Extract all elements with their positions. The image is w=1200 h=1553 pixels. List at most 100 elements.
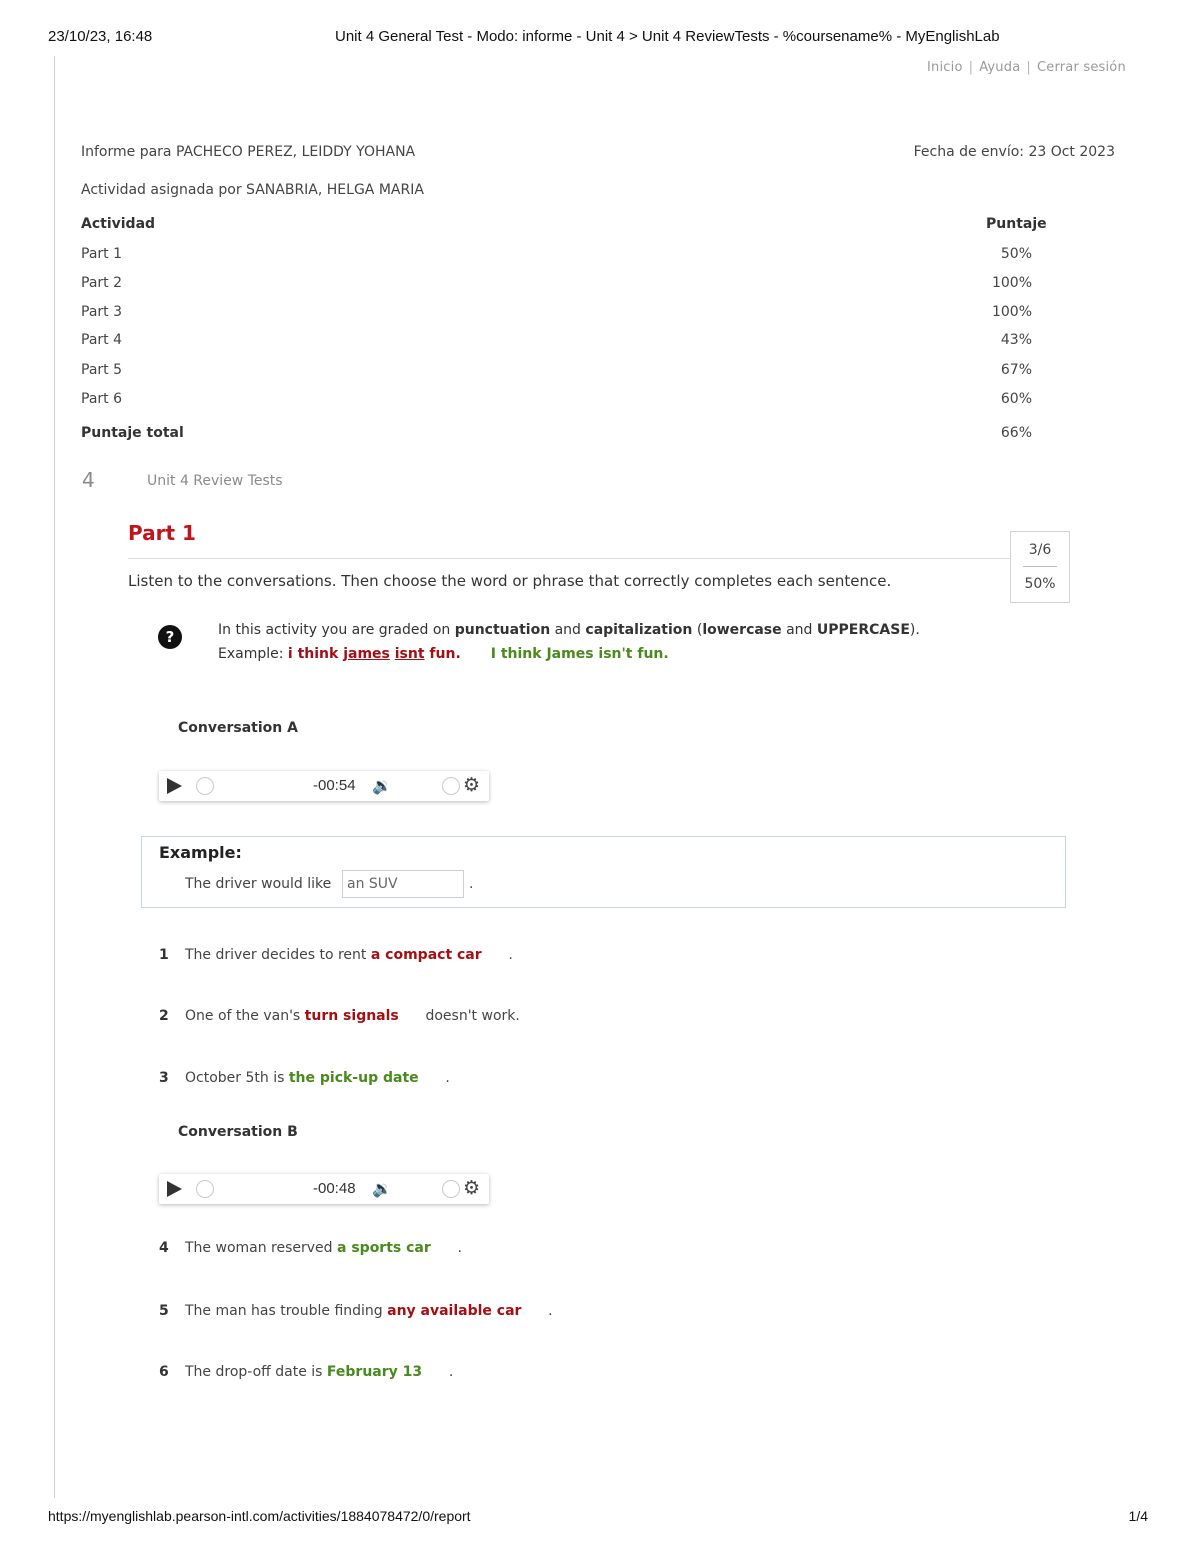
note-wrong-word: isnt <box>394 646 425 662</box>
answer-incorrect: turn signals <box>304 1008 399 1024</box>
conversation-b-label: Conversation B <box>178 1124 298 1140</box>
question-number: 6 <box>159 1364 169 1380</box>
table-row-score: 100% <box>991 304 1032 320</box>
top-link-inicio[interactable]: Inicio <box>927 60 963 75</box>
question-text: The drop-off date is <box>185 1364 327 1380</box>
print-footer-page: 1/4 <box>1128 1508 1148 1524</box>
top-link-separator: | <box>1026 60 1031 75</box>
note-text: and <box>781 622 817 638</box>
help-icon[interactable]: ? <box>158 625 182 649</box>
question-text: The woman reserved <box>185 1240 338 1256</box>
play-icon[interactable] <box>167 1181 182 1197</box>
table-row-score: 50% <box>1000 246 1032 262</box>
example-period: . <box>469 876 474 892</box>
report-student: Informe para PACHECO PEREZ, LEIDDY YOHAN… <box>81 144 416 160</box>
question-item: 5 The man has trouble finding any availab… <box>159 1303 553 1319</box>
top-nav: Inicio | Ayuda | Cerrar sesión <box>927 60 1126 75</box>
table-row-score: 100% <box>991 275 1032 291</box>
note-lowercase: lowercase <box>702 622 782 638</box>
question-text-after: . <box>430 1240 462 1256</box>
note-wrong-text: i think <box>287 646 344 662</box>
answer-correct: a sports car <box>337 1240 431 1256</box>
note-text: In this activity you are graded on <box>218 622 455 638</box>
volume-icon[interactable]: 🔉 <box>372 1179 392 1198</box>
gear-icon[interactable]: ⚙ <box>463 774 480 796</box>
example-sentence: The driver would like <box>185 876 332 892</box>
question-text-after: . <box>422 1364 454 1380</box>
example-answer-field: an SUV <box>342 870 464 898</box>
unit-number: 4 <box>82 468 95 492</box>
note-text: and <box>550 622 586 638</box>
question-number: 3 <box>159 1070 169 1086</box>
question-text: One of the van's <box>185 1008 305 1024</box>
audio-player-b: -00:48 🔉 ⚙ <box>159 1174 489 1204</box>
print-page-title: Unit 4 General Test - Modo: informe - Un… <box>335 28 1000 45</box>
audio-player-a: -00:54 🔉 ⚙ <box>159 771 489 801</box>
question-number: 2 <box>159 1008 169 1024</box>
top-link-ayuda[interactable]: Ayuda <box>979 60 1020 75</box>
note-uppercase: UPPERCASE <box>816 622 910 638</box>
grading-note: In this activity you are graded on punct… <box>218 618 920 666</box>
part-score-divider <box>1023 566 1057 567</box>
table-row-activity: Part 5 <box>81 362 122 378</box>
example-box: Example: The driver would like an SUV . <box>141 836 1066 908</box>
question-text-after: . <box>521 1303 553 1319</box>
question-item: 6 The drop-off date is February 13 . <box>159 1364 453 1380</box>
loading-ring-icon <box>442 1180 460 1198</box>
grading-note-line2: Example: i think james isnt fun. I think … <box>218 642 920 666</box>
note-wrong-word: james <box>343 646 390 662</box>
answer-incorrect: any available car <box>387 1303 522 1319</box>
answer-correct: the pick-up date <box>288 1070 419 1086</box>
question-number: 4 <box>159 1240 169 1256</box>
note-example-label: Example: <box>218 646 288 662</box>
table-row-score: 43% <box>1000 332 1032 348</box>
print-datetime: 23/10/23, 16:48 <box>48 28 153 45</box>
note-text: ( <box>692 622 703 638</box>
gear-icon[interactable]: ⚙ <box>463 1177 480 1199</box>
question-text: The man has trouble finding <box>185 1303 388 1319</box>
loading-ring-icon <box>442 777 460 795</box>
table-row-activity: Part 2 <box>81 275 122 291</box>
volume-icon[interactable]: 🔉 <box>372 776 392 795</box>
progress-ring-icon[interactable] <box>196 1180 214 1198</box>
question-item: 3 October 5th is the pick-up date . <box>159 1070 450 1086</box>
note-punctuation: punctuation <box>454 622 551 638</box>
total-score-label: Puntaje total <box>81 425 184 441</box>
table-row-activity: Part 3 <box>81 304 122 320</box>
note-correct-example: I think James isn't fun. <box>490 646 669 662</box>
question-number: 5 <box>159 1303 169 1319</box>
question-item: 1 The driver decides to rent a compact ca… <box>159 947 513 963</box>
left-border-line <box>54 56 55 1498</box>
table-header-activity: Actividad <box>81 216 156 232</box>
table-row-activity: Part 1 <box>81 246 122 262</box>
part-score-box: 3/6 50% <box>1010 531 1070 603</box>
audio-time: -00:48 <box>313 1180 356 1197</box>
question-text-after: . <box>481 947 513 963</box>
part-title-divider <box>128 558 1010 559</box>
answer-correct: February 13 <box>326 1364 423 1380</box>
example-title: Example: <box>159 843 242 862</box>
question-number: 1 <box>159 947 169 963</box>
report-assigned-by: Actividad asignada por SANABRIA, HELGA M… <box>81 182 424 198</box>
progress-ring-icon[interactable] <box>196 777 214 795</box>
part-score-fraction: 3/6 <box>1028 542 1052 558</box>
play-icon[interactable] <box>167 778 182 794</box>
report-sent-date: Fecha de envío: 23 Oct 2023 <box>913 144 1115 160</box>
table-header-score: Puntaje <box>986 216 1047 232</box>
part-instructions: Listen to the conversations. Then choose… <box>128 572 892 590</box>
unit-name: Unit 4 Review Tests <box>147 473 283 489</box>
table-row-score: 67% <box>1000 362 1032 378</box>
question-text: October 5th is <box>185 1070 289 1086</box>
table-row-score: 60% <box>1000 391 1032 407</box>
answer-incorrect: a compact car <box>370 947 482 963</box>
table-row-activity: Part 6 <box>81 391 122 407</box>
print-footer-url: https://myenglishlab.pearson-intl.com/ac… <box>48 1508 471 1524</box>
top-link-cerrar-sesion[interactable]: Cerrar sesión <box>1037 60 1126 75</box>
part-title: Part 1 <box>128 521 196 545</box>
total-score-value: 66% <box>1000 425 1032 441</box>
top-link-separator: | <box>968 60 974 75</box>
note-wrong-text: fun. <box>424 646 461 662</box>
note-text: ). <box>909 622 920 638</box>
audio-time: -00:54 <box>313 777 356 794</box>
conversation-a-label: Conversation A <box>178 720 298 736</box>
